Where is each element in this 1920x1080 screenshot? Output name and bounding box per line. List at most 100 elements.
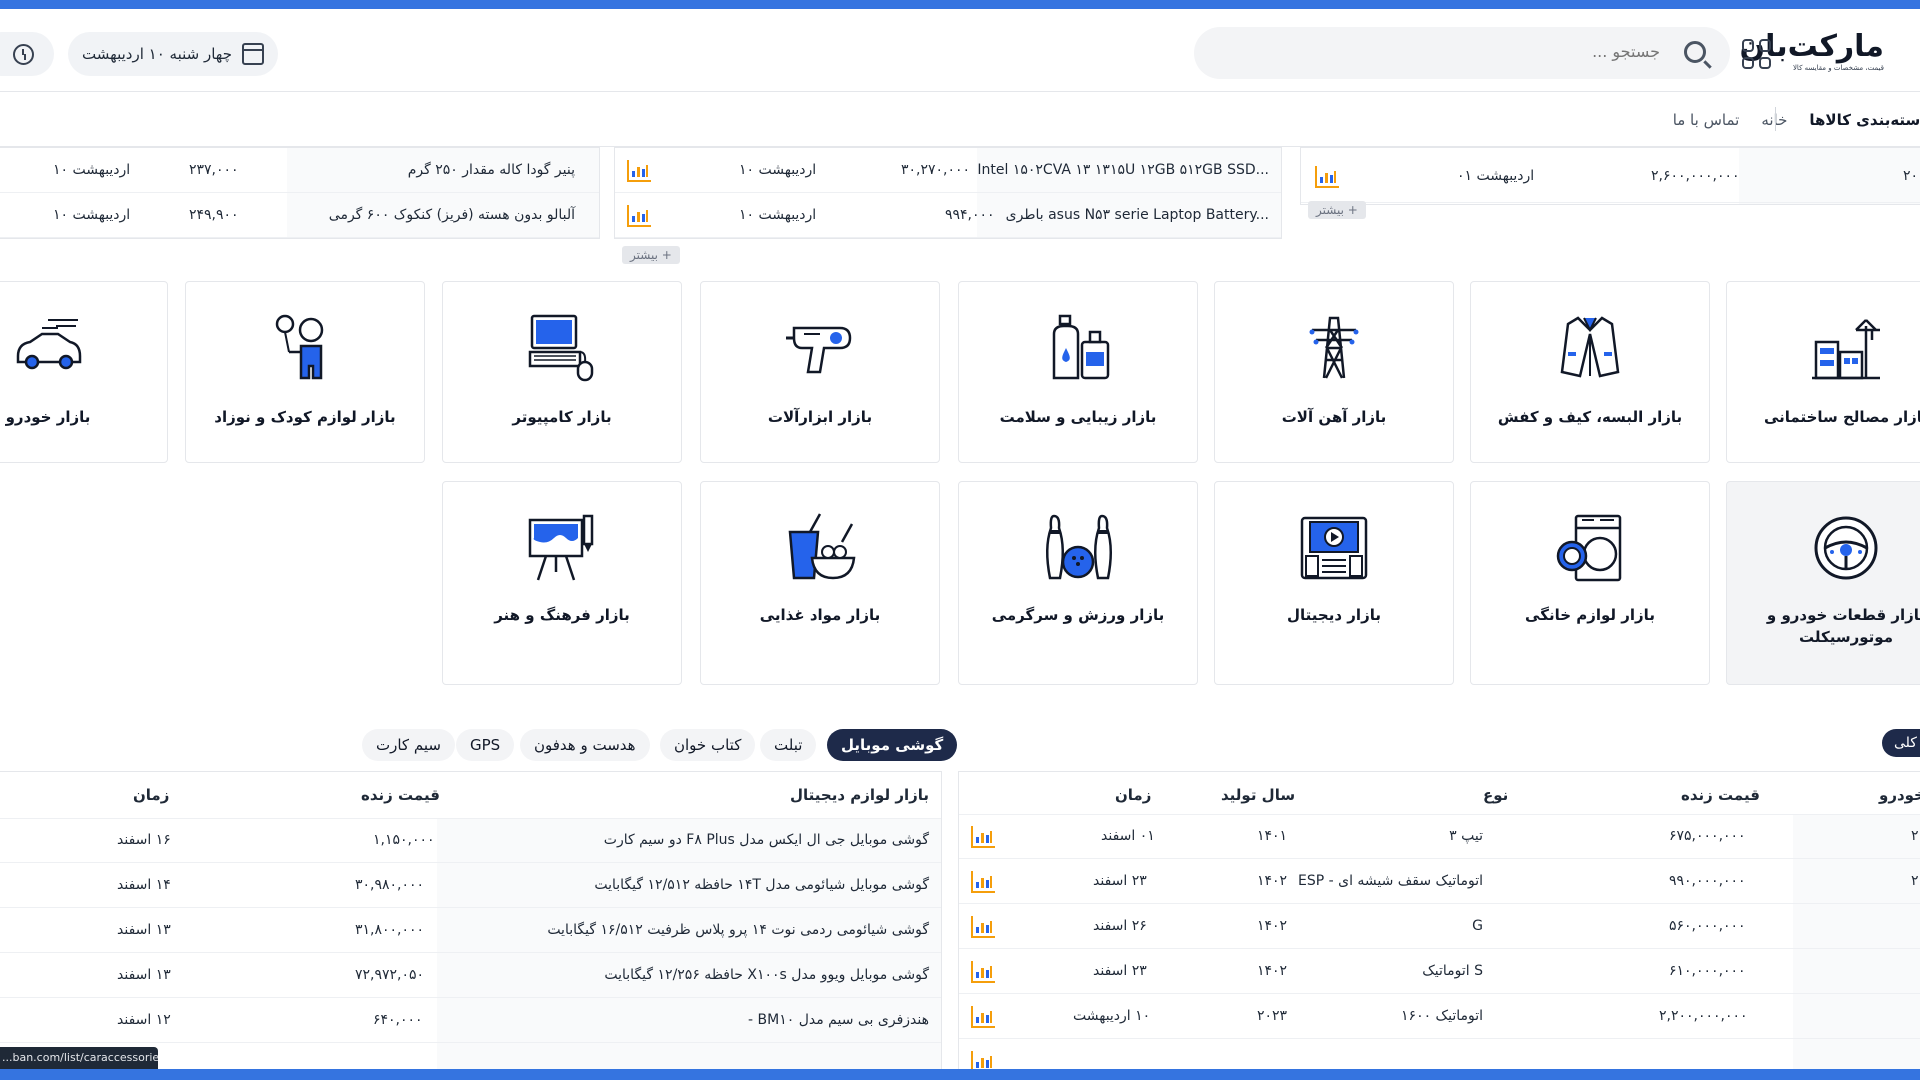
table-row[interactable]: هندزفری بی سیم مدل BM۱۰ - ۶۴۰,۰۰۰ ۱۲ اسف… [0, 998, 941, 1043]
market-card-car-parts[interactable]: بازار قطعات خودرو و موتورسیکلت [1726, 481, 1920, 685]
product-price: ۲,۶۰۰,۰۰۰,۰۰۰ [1651, 168, 1740, 184]
search-bar[interactable] [1194, 27, 1730, 79]
chart-icon[interactable] [971, 871, 995, 893]
chart-icon[interactable] [971, 961, 995, 983]
product-price: ۱,۱۵۰,۰۰۰ [373, 832, 435, 848]
table-row[interactable]: Intel ۱۵۰۲CVA ۱۳ ۱۳۱۵U ۱۲GB ۵۱۲GB SSD...… [615, 148, 1281, 193]
product-date: ۱۰ اردیبهشت [53, 162, 131, 178]
market-card-iron[interactable]: بازار آهن آلات [1214, 281, 1454, 463]
site-logo[interactable]: مارکت‌بان قیمت، مشخصات و مقایسه کالا [1739, 29, 1884, 73]
tab-tablet[interactable]: تبلت [760, 729, 817, 761]
market-card-tools[interactable]: بازار ابزارآلات [700, 281, 940, 463]
easel-icon [528, 514, 594, 581]
computer-icon [528, 314, 594, 382]
market-card-computer[interactable]: بازار کامپیوتر [442, 281, 682, 463]
market-card-sports[interactable]: بازار ورزش و سرگرمی [958, 481, 1198, 685]
market-label: بازار لوازم خانگی [1525, 606, 1655, 624]
table-row[interactable]: ۲ ۶۷۵,۰۰۰,۰۰۰ تیپ ۳ ۱۴۰۱ ۰۱ اسفند [959, 814, 1920, 859]
washing-machine-icon [1556, 514, 1622, 582]
table-row[interactable]: گوشی موبایل شیائومی مدل ۱۴T حافظه ۱۲/۵۱۲… [0, 863, 941, 908]
tab-ebook-reader[interactable]: کتاب خوان [660, 729, 756, 761]
car-year: ۲۰۲۳ [1257, 1008, 1288, 1024]
market-card-home-appliances[interactable]: بازار لوازم خانگی [1470, 481, 1710, 685]
calendar-icon [241, 43, 264, 65]
chart-icon[interactable] [971, 1006, 995, 1028]
search-input[interactable] [1238, 41, 1662, 62]
link-status-url: ...ban.com/list/caraccessories [0, 1047, 158, 1069]
tab-gps[interactable]: GPS [456, 729, 515, 761]
table-row[interactable]: ۵۶۰,۰۰۰,۰۰۰ G ۱۴۰۲ ۲۶ اسفند [959, 904, 1920, 949]
product-time: ۱۶ اسفند [117, 832, 171, 848]
market-label: بازار لوازم کودک و نوزاد [214, 408, 396, 426]
product-date: ۰۱ اردیبهشت [1457, 168, 1535, 184]
table-row[interactable]: گوشی موبایل جی ال ایکس مدل F۸ Plus دو سی… [0, 818, 941, 863]
market-card-food[interactable]: بازار مواد غذایی [700, 481, 940, 685]
col-time: زمان [1115, 786, 1152, 804]
more-button[interactable]: + بیشتر [1308, 201, 1366, 219]
market-label: بازار دیجیتال [1287, 606, 1381, 624]
media-player-icon [1300, 516, 1368, 580]
history-button[interactable] [0, 32, 54, 76]
table-row[interactable]: گوشی موبایل ویوو مدل X۱۰۰s حافظه ۱۲/۲۵۶ … [0, 953, 941, 998]
chart-icon[interactable] [627, 205, 651, 227]
nav-contact[interactable]: تماس با ما [1673, 111, 1740, 129]
chart-icon[interactable] [971, 1051, 995, 1069]
car-year: ۱۴۰۲ [1257, 963, 1288, 979]
product-date: ۱۰ اردیبهشت [739, 162, 817, 178]
table-row[interactable]: ۲ ۹۹۰,۰۰۰,۰۰۰ اتوماتیک سقف شیشه ای - ESP… [959, 859, 1920, 904]
current-date: چهار شنبه ۱۰ اردیبهشت [82, 45, 232, 63]
nav-categories[interactable]: دسته‌بندی کالاها [1809, 111, 1920, 129]
market-label: بازار فرهنگ و هنر [494, 606, 630, 624]
market-card-clothing[interactable]: بازار البسه، کیف و کفش [1470, 281, 1710, 463]
chart-icon[interactable] [627, 160, 651, 182]
jacket-icon [1560, 316, 1620, 378]
logo-title: مارکت‌بان [1739, 29, 1884, 64]
tab-headset[interactable]: هدست و هدفون [520, 729, 650, 761]
table-row[interactable]: آلبالو بدون هسته (فریز) کنکوک ۶۰۰ گرمی ۲… [0, 193, 599, 238]
product-date: ۱۰ اردیبهشت [739, 207, 817, 223]
car-time: ۰۱ اسفند [1101, 828, 1155, 844]
product-date: ۱۰ اردیبهشت [53, 207, 131, 223]
car-year: ۱۴۰۲ [1257, 918, 1288, 934]
car-price: ۶۱۰,۰۰۰,۰۰۰ [1669, 963, 1746, 979]
search-icon[interactable] [1684, 41, 1706, 63]
car-price: ۲,۲۰۰,۰۰۰,۰۰۰ [1659, 1008, 1748, 1024]
nav-separator [1775, 107, 1776, 131]
chart-icon[interactable] [1315, 166, 1339, 188]
table-row[interactable]: گوشی شیائومی ردمی نوت ۱۴ پرو پلاس ظرفیت … [0, 908, 941, 953]
tab-mobile[interactable]: گوشی موبایل [827, 729, 958, 761]
window-bottom-border [0, 1069, 1920, 1080]
window-top-border [0, 0, 1920, 9]
tab-all[interactable]: کلی [1882, 729, 1920, 757]
market-label: بازار زیبایی و سلامت [999, 408, 1157, 426]
apps-grid-icon[interactable] [1742, 39, 1772, 69]
table-row[interactable]: ۶۱۰,۰۰۰,۰۰۰ S اتوماتیک ۱۴۰۲ ۲۳ اسفند [959, 949, 1920, 994]
steering-wheel-icon [1814, 516, 1878, 580]
table-row[interactable]: ۲,۲۰۰,۰۰۰,۰۰۰ اتوماتیک ۱۶۰۰ ۲۰۲۳ ۱۰ اردی… [959, 994, 1920, 1039]
tab-sim-card[interactable]: سیم کارت [362, 729, 455, 761]
date-pill[interactable]: چهار شنبه ۱۰ اردیبهشت [68, 32, 278, 76]
market-card-car[interactable]: بازار خودرو [0, 281, 168, 463]
col-type: نوع [1483, 786, 1509, 804]
chart-icon[interactable] [971, 826, 995, 848]
clock-icon [13, 44, 34, 65]
table-row[interactable]: پنیر گودا کاله مقدار ۲۵۰ گرم ۲۳۷,۰۰۰ ۱۰ … [0, 148, 599, 193]
product-price: ۳۱,۸۰۰,۰۰۰ [355, 922, 425, 938]
more-button[interactable]: + بیشتر [622, 246, 680, 264]
chart-icon[interactable] [971, 916, 995, 938]
market-card-construction[interactable]: بازار مصالح ساختمانی [1726, 281, 1920, 463]
table-row[interactable]: باطری asus N۵۳ serie Laptop Battery... ۹… [615, 193, 1281, 238]
market-card-art[interactable]: بازار فرهنگ و هنر [442, 481, 682, 685]
market-card-kids[interactable]: بازار لوازم کودک و نوزاد [185, 281, 425, 463]
car-type: اتوماتیک ۱۶۰۰ [1401, 1008, 1483, 1024]
product-price: ۳۰,۹۸۰,۰۰۰ [355, 877, 425, 893]
market-card-beauty[interactable]: بازار زیبایی و سلامت [958, 281, 1198, 463]
market-card-digital[interactable]: بازار دیجیتال [1214, 481, 1454, 685]
market-label: بازار کامپیوتر [512, 408, 612, 426]
table-row[interactable] [959, 1039, 1920, 1069]
price-table-right: ۲۰ ۲,۶۰۰,۰۰۰,۰۰۰ ۰۱ اردیبهشت [1300, 147, 1920, 205]
drill-icon [786, 326, 852, 374]
product-name: گوشی موبایل شیائومی مدل ۱۴T حافظه ۱۲/۵۱۲… [594, 877, 929, 893]
car-price-table: خودرو قیمت زنده نوع سال تولید زمان ۲ ۶۷۵… [958, 771, 1920, 1069]
table-row[interactable]: ۲۰ ۲,۶۰۰,۰۰۰,۰۰۰ ۰۱ اردیبهشت [1301, 148, 1920, 203]
